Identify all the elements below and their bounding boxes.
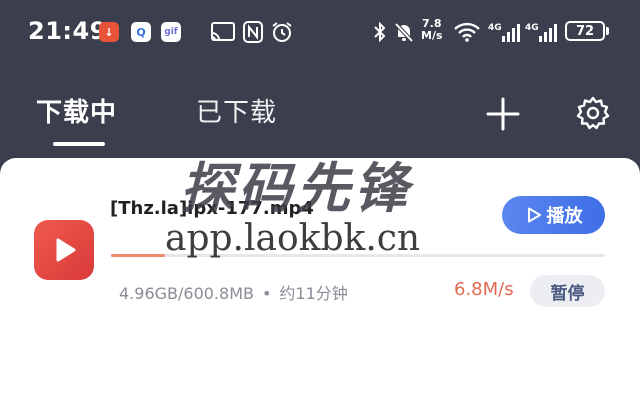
play-triangle-icon — [56, 238, 76, 262]
watermark-title: 探码先锋 — [180, 157, 412, 220]
task-size-info: 4.96GB/600.8MB — [119, 284, 254, 303]
task-download-speed: 6.8M/s — [454, 279, 514, 300]
mute-bell-icon — [394, 22, 414, 43]
video-file-icon[interactable] — [34, 220, 94, 280]
download-app-badge-icon: ↓ — [99, 22, 119, 42]
wifi-icon — [454, 22, 480, 42]
battery-indicator: 72 — [565, 21, 605, 41]
task-meta: 4.96GB/600.8MB • 约11分钟 — [119, 280, 348, 304]
download-progress-fill — [111, 254, 165, 257]
settings-gear-icon[interactable] — [575, 95, 611, 131]
status-bar: 21:49 ↓ Q gif 7.8 M/s 4G 4G 72 — [0, 0, 640, 66]
nfc-icon — [243, 21, 263, 43]
play-button[interactable]: 播放 — [502, 196, 605, 234]
signal-4g-sim2-icon: 4G — [525, 23, 557, 42]
pause-button[interactable]: 暂停 — [530, 275, 605, 307]
cast-icon — [211, 22, 235, 41]
network-speed: 7.8 M/s — [421, 18, 443, 42]
play-button-label: 播放 — [546, 206, 583, 227]
svg-text:4G: 4G — [525, 23, 539, 33]
task-eta: 约11分钟 — [279, 284, 348, 303]
add-download-icon[interactable] — [486, 97, 520, 131]
meta-separator: • — [261, 284, 272, 303]
play-outline-icon — [527, 207, 541, 223]
watermark-url: app.laokbk.cn — [165, 218, 421, 259]
bluetooth-icon — [374, 21, 386, 43]
battery-level: 72 — [575, 23, 595, 39]
active-tab-indicator — [53, 142, 105, 146]
q-app-badge-icon: Q — [131, 22, 151, 42]
network-speed-unit: M/s — [421, 29, 443, 42]
gif-app-badge-icon: gif — [161, 22, 181, 42]
battery-tip — [606, 27, 609, 35]
signal-4g-sim1-icon: 4G — [488, 23, 520, 42]
svg-text:4G: 4G — [488, 23, 502, 33]
tab-downloaded[interactable]: 已下载 — [196, 92, 277, 129]
tab-downloading[interactable]: 下载中 — [36, 92, 117, 129]
status-time: 21:49 — [28, 17, 107, 45]
pause-button-label: 暂停 — [550, 283, 585, 304]
alarm-icon — [272, 22, 292, 42]
